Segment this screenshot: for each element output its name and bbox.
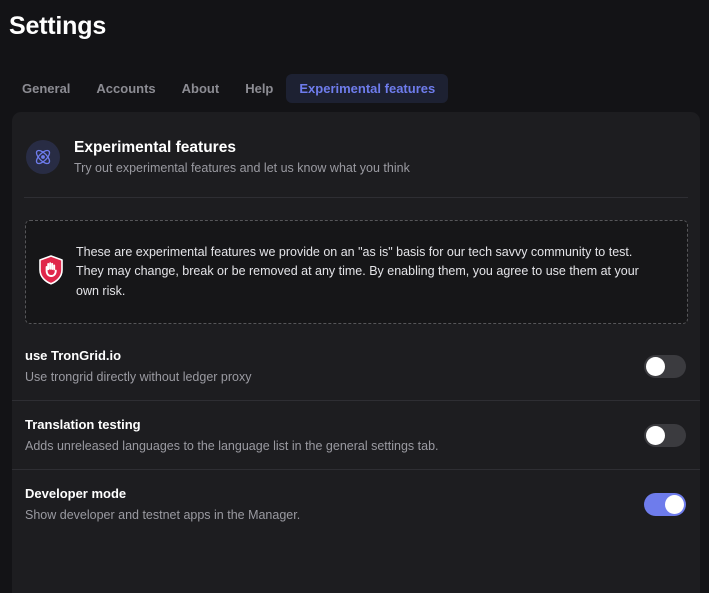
tab-accounts[interactable]: Accounts xyxy=(83,74,168,103)
feature-row-trongrid: use TronGrid.io Use trongrid directly wi… xyxy=(12,332,700,400)
shield-stop-hand-icon xyxy=(38,254,64,290)
feature-rows: use TronGrid.io Use trongrid directly wi… xyxy=(12,332,700,538)
header-divider xyxy=(24,197,688,198)
section-header: Experimental features Try out experiment… xyxy=(12,112,700,175)
section-title: Experimental features xyxy=(74,139,236,156)
tab-experimental-features[interactable]: Experimental features xyxy=(286,74,449,103)
feature-row-developer-mode: Developer mode Show developer and testne… xyxy=(12,469,700,538)
settings-tabbar: General Accounts About Help Experimental… xyxy=(9,74,449,103)
feature-row-translation-testing: Translation testing Adds unreleased lang… xyxy=(12,400,700,469)
feature-title: use TronGrid.io xyxy=(25,348,122,363)
tab-help[interactable]: Help xyxy=(232,74,286,103)
section-subtitle: Try out experimental features and let us… xyxy=(74,161,410,175)
atom-icon xyxy=(26,140,60,174)
feature-description: Use trongrid directly without ledger pro… xyxy=(25,370,252,384)
experimental-features-panel: Experimental features Try out experiment… xyxy=(12,112,700,593)
warning-text: These are experimental features we provi… xyxy=(76,244,639,298)
settings-window: Settings General Accounts About Help Exp… xyxy=(0,0,709,593)
feature-description: Adds unreleased languages to the languag… xyxy=(25,439,439,453)
toggle-knob xyxy=(646,356,665,376)
tab-about[interactable]: About xyxy=(169,74,233,103)
toggle-knob xyxy=(646,425,665,445)
toggle-use-trongrid[interactable] xyxy=(644,354,686,378)
toggle-translation-testing[interactable] xyxy=(644,423,686,447)
toggle-developer-mode[interactable] xyxy=(644,492,686,516)
feature-description: Show developer and testnet apps in the M… xyxy=(25,508,301,522)
feature-title: Translation testing xyxy=(25,417,141,432)
tab-general[interactable]: General xyxy=(9,74,83,103)
toggle-knob xyxy=(665,494,684,514)
feature-title: Developer mode xyxy=(25,486,127,501)
experimental-warning-box: These are experimental features we provi… xyxy=(25,220,688,324)
page-title: Settings xyxy=(9,12,107,40)
